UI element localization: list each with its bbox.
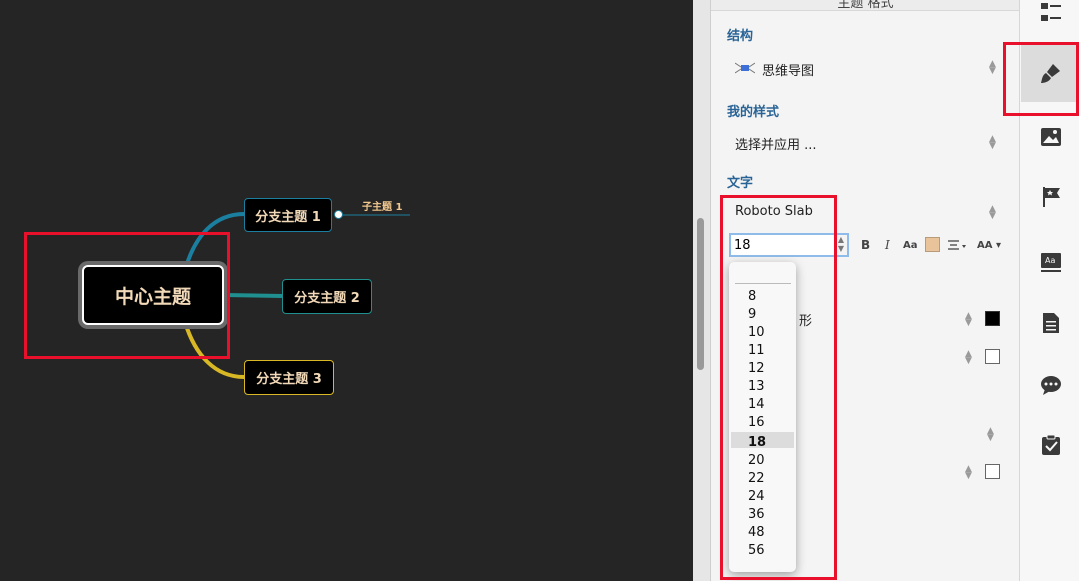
subtopic-1[interactable]: 子主题 1: [362, 198, 402, 213]
updown-icon: ▲ ▼: [989, 204, 996, 221]
text-case-button[interactable]: Aa: [903, 240, 918, 251]
image-icon[interactable]: [1040, 126, 1062, 148]
align-dropdown-icon[interactable]: [948, 240, 968, 252]
my-style-value: 选择并应用 ...: [735, 138, 817, 153]
updown-icon[interactable]: ▲ ▼: [965, 350, 972, 366]
branch-topic-3[interactable]: 分支主题 3: [244, 360, 334, 395]
paint-brush-icon[interactable]: [1040, 62, 1062, 84]
task-clipboard-icon[interactable]: [1040, 434, 1062, 456]
flag-marker-icon[interactable]: [1040, 186, 1062, 208]
branch-topic-1[interactable]: 分支主题 1: [244, 198, 332, 232]
panel-title: 主题 格式: [711, 0, 1020, 11]
font-family-select[interactable]: Roboto Slab ▲ ▼: [735, 204, 1005, 224]
my-style-section-label: 我的样式: [727, 105, 780, 120]
structure-section-label: 结构: [727, 29, 754, 44]
font-size-option[interactable]: 56: [748, 542, 765, 560]
branch-topic-2[interactable]: 分支主题 2: [282, 279, 372, 314]
font-size-aa-button[interactable]: AA ▾: [977, 240, 1001, 251]
font-size-option[interactable]: 16: [748, 414, 765, 432]
font-size-option[interactable]: 36: [748, 506, 765, 524]
font-size-option[interactable]: 14: [748, 396, 765, 414]
font-size-value: 18: [734, 238, 751, 253]
italic-button[interactable]: I: [885, 238, 890, 252]
font-size-option[interactable]: 11: [748, 342, 765, 360]
font-size-option[interactable]: 12: [748, 360, 765, 378]
font-size-dropdown[interactable]: 8 9 10 11 12 13 14 16 18 20 22 24 36 48 56: [729, 262, 796, 572]
scrollbar-thumb[interactable]: [697, 218, 704, 370]
dropdown-separator: [735, 283, 791, 284]
mindmap-structure-icon: [735, 62, 755, 74]
font-size-option[interactable]: 9: [748, 306, 756, 324]
structure-value: 思维导图: [762, 64, 815, 79]
updown-icon: ▲ ▼: [989, 134, 996, 151]
notes-document-icon[interactable]: [1040, 312, 1062, 334]
border-color-swatch[interactable]: [985, 349, 1000, 364]
font-size-stepper[interactable]: ▲ ▼: [835, 235, 847, 255]
line-color-swatch[interactable]: [985, 464, 1000, 479]
svg-text:Aa: Aa: [1045, 256, 1055, 265]
font-size-option[interactable]: 20: [748, 452, 765, 470]
bold-button[interactable]: B: [861, 238, 870, 252]
scrollbar[interactable]: [693, 0, 710, 581]
text-section-label: 文字: [727, 176, 754, 191]
right-icon-rail: Aa: [1019, 0, 1079, 581]
updown-icon[interactable]: ▲ ▼: [965, 312, 972, 328]
font-size-option[interactable]: 10: [748, 324, 765, 342]
fill-color-swatch[interactable]: [985, 311, 1000, 326]
text-style-icon[interactable]: Aa: [1040, 252, 1062, 274]
font-size-option[interactable]: 24: [748, 488, 765, 506]
comment-icon[interactable]: [1040, 374, 1062, 396]
updown-icon[interactable]: ▲ ▼: [987, 427, 994, 443]
shape-label-fragment: 形: [799, 314, 813, 329]
font-size-option[interactable]: 48: [748, 524, 765, 542]
font-size-input[interactable]: 18 ▲ ▼: [729, 233, 849, 257]
font-size-aa-label: AA: [977, 240, 993, 251]
font-size-option[interactable]: 22: [748, 470, 765, 488]
font-size-option[interactable]: 13: [748, 378, 765, 396]
updown-icon: ▲ ▼: [989, 59, 996, 76]
updown-icon[interactable]: ▲ ▼: [965, 465, 972, 481]
font-size-option[interactable]: 8: [748, 288, 756, 306]
central-topic[interactable]: 中心主题: [82, 265, 224, 325]
text-color-swatch[interactable]: [925, 237, 940, 252]
mindmap-canvas[interactable]: 中心主题 分支主题 1 分支主题 2 分支主题 3 子主题 1: [0, 0, 693, 581]
my-style-select[interactable]: 选择并应用 ... ▲ ▼: [735, 134, 1005, 154]
outline-list-icon[interactable]: [1040, 2, 1062, 24]
structure-select[interactable]: 思维导图 ▲ ▼: [735, 56, 1005, 80]
font-family-value: Roboto Slab: [735, 204, 813, 219]
font-size-option[interactable]: 18: [748, 434, 766, 452]
collapse-toggle[interactable]: [334, 210, 343, 219]
